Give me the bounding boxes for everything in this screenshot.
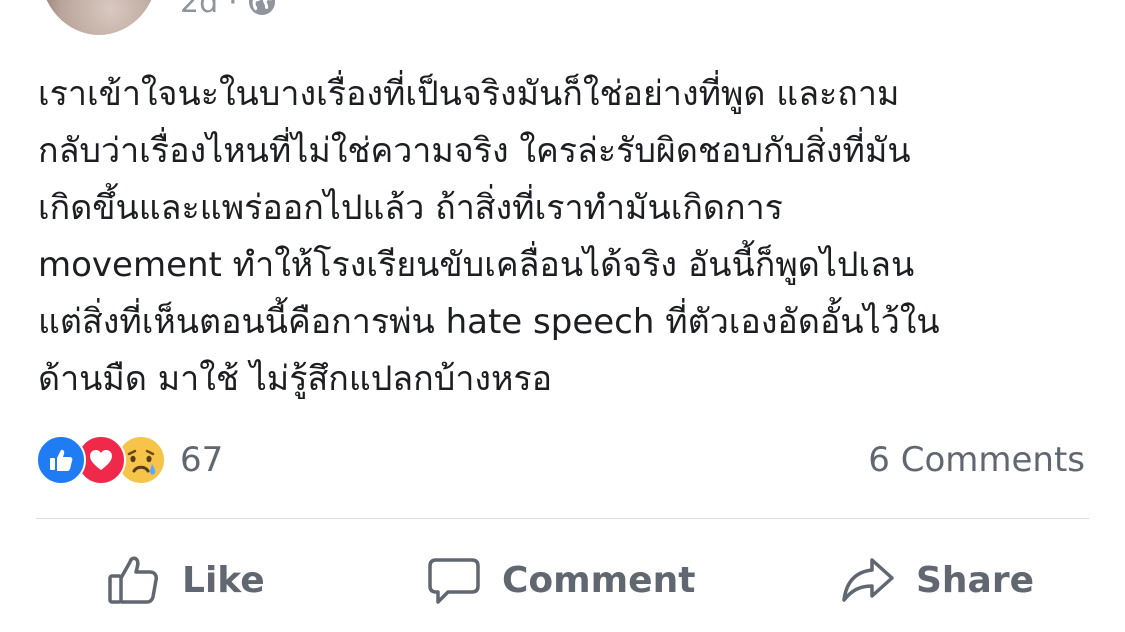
comments-count[interactable]: 6 Comments [868,436,1085,484]
reaction-count: 67 [180,440,224,480]
post-line: แต่สิ่งที่เห็นตอนนี้คือการพ่น hate speec… [38,302,940,342]
share-label: Share [916,559,1035,601]
post-meta: 2d · [180,0,276,22]
like-reaction-icon [36,435,86,485]
post-body: เราเข้าใจนะในบางเรื่องที่เป็นจริงมันก็ใช… [38,66,1098,408]
comment-bubble-icon [426,552,482,608]
reactions-summary[interactable]: 67 [36,435,224,485]
globe-icon [248,0,276,16]
post-line: กลับว่าเรื่องไหนที่ไม่ใช่ความจริง ใครล่ะ… [38,131,911,171]
thumbs-up-icon [106,552,162,608]
post-line: เราเข้าใจนะในบางเรื่องที่เป็นจริงมันก็ใช… [38,74,900,114]
like-label: Like [182,559,265,601]
post-line: movement ทำให้โรงเรียนขับเคลื่อนได้จริง … [38,245,915,285]
avatar[interactable] [40,0,158,35]
post-line: ด้านมืด มาใช้ ไม่รู้สึกแปลกบ้างหรอ [38,359,553,399]
comment-label: Comment [502,559,696,601]
action-bar: Like Comment Share [0,540,1125,620]
share-button[interactable]: Share [840,540,1034,620]
like-button[interactable]: Like [106,540,265,620]
divider [36,518,1089,519]
meta-separator: · [228,0,238,20]
post-time[interactable]: 2d [180,0,218,20]
share-arrow-icon [840,552,896,608]
post-line: เกิดขึ้นและแพร่ออกไปแล้ว ถ้าสิ่งที่เราทำ… [38,188,783,228]
comment-button[interactable]: Comment [426,540,695,620]
